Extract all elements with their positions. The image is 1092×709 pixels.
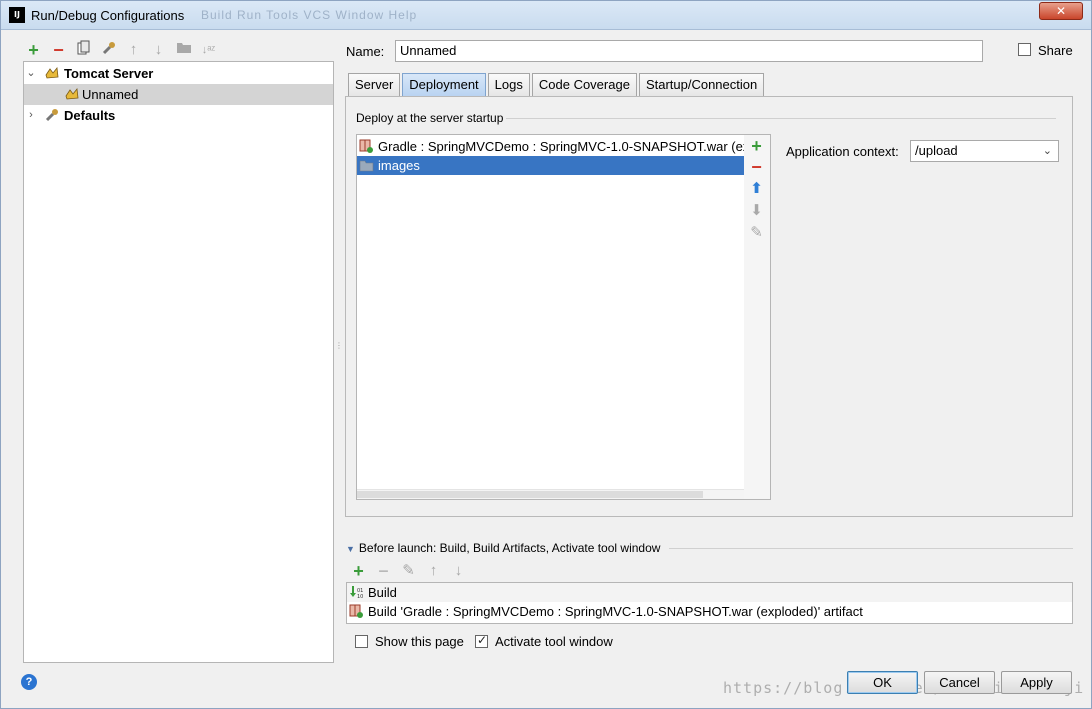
add-icon[interactable]: + <box>23 40 44 60</box>
chevron-down-icon[interactable]: ⌄ <box>25 63 37 84</box>
list-item[interactable]: Build 'Gradle : SpringMVCDemo : SpringMV… <box>347 602 1072 621</box>
name-field[interactable]: Unnamed <box>395 40 983 62</box>
before-launch-toolbar: + − ✎ ↑ ↓ <box>348 561 469 581</box>
move-up-icon[interactable]: ⬆ <box>744 179 769 199</box>
build-icon: 01 10 <box>349 585 364 600</box>
folder-icon[interactable] <box>173 40 194 60</box>
collapse-triangle-icon[interactable]: ▼ <box>346 544 355 554</box>
intellij-app-icon: IJ <box>9 7 25 23</box>
deploy-list: Gradle : SpringMVCDemo : SpringMVC-1.0-S… <box>356 134 745 500</box>
list-item[interactable]: Gradle : SpringMVCDemo : SpringMVC-1.0-S… <box>357 137 744 156</box>
show-page-checkbox[interactable] <box>355 635 368 648</box>
move-down-icon[interactable]: ⬇ <box>744 201 769 221</box>
show-page-label: Show this page <box>375 634 464 649</box>
folder-icon <box>359 158 374 173</box>
activate-tool-window-checkbox[interactable]: ✓ <box>475 633 488 648</box>
app-context-label: Application context: <box>786 144 899 159</box>
list-item[interactable]: 01 10 Build <box>347 583 1072 602</box>
move-down-icon[interactable]: ↓ <box>448 561 469 581</box>
config-toolbar: + − ↑ ↓ ↓ᵃᶻ <box>23 40 219 60</box>
edit-pencil-icon[interactable]: ✎ <box>398 561 419 581</box>
move-up-icon[interactable]: ↑ <box>123 40 144 60</box>
ok-button[interactable]: OK <box>847 671 918 694</box>
group-divider <box>669 548 1073 549</box>
artifact-icon <box>359 139 374 154</box>
remove-icon[interactable]: − <box>373 561 394 581</box>
remove-icon[interactable]: − <box>48 40 69 60</box>
tree-item-tomcat-server[interactable]: ⌄ Tomcat Server <box>24 63 333 84</box>
remove-icon[interactable]: − <box>744 157 769 177</box>
share-checkbox[interactable] <box>1018 43 1031 56</box>
tab-server[interactable]: Server <box>348 73 401 96</box>
activate-tool-window-label: Activate tool window <box>495 634 613 649</box>
deployment-panel: Deploy at the server startup Gradle : Sp… <box>345 96 1073 517</box>
list-item[interactable]: images <box>357 156 744 175</box>
tree-label: Unnamed <box>82 87 139 102</box>
before-launch-title: Before launch: Build, Build Artifacts, A… <box>358 541 661 555</box>
apply-button[interactable]: Apply <box>1001 671 1072 694</box>
tab-startup-connection[interactable]: Startup/Connection <box>638 73 765 96</box>
tree-item-unnamed[interactable]: Unnamed <box>24 84 333 105</box>
tree-label: Tomcat Server <box>64 66 154 81</box>
run-debug-dialog: IJ Run/Debug Configurations Build Run To… <box>0 0 1092 709</box>
svg-text:10: 10 <box>357 594 363 600</box>
tab-code-coverage[interactable]: Code Coverage <box>531 73 637 96</box>
title-bar: IJ Run/Debug Configurations Build Run To… <box>1 1 1091 30</box>
share-label: Share <box>1038 43 1073 58</box>
chevron-right-icon[interactable]: › <box>25 105 37 126</box>
before-launch-list: 01 10 Build Build 'Gradle : SpringMVCDemo… <box>346 582 1073 624</box>
before-launch-item-label: Build 'Gradle : SpringMVCDemo : SpringMV… <box>368 604 863 619</box>
app-context-value: /upload <box>915 143 958 158</box>
edit-pencil-icon[interactable]: ✎ <box>744 223 769 243</box>
move-up-icon[interactable]: ↑ <box>423 561 444 581</box>
move-down-icon[interactable]: ↓ <box>148 40 169 60</box>
tomcat-icon <box>64 86 80 102</box>
deploy-item-label: images <box>378 158 420 173</box>
wrench-icon[interactable] <box>98 40 119 60</box>
group-divider <box>506 118 1056 119</box>
sort-icon[interactable]: ↓ᵃᶻ <box>198 40 219 60</box>
artifact-icon <box>349 604 364 619</box>
tree-item-defaults[interactable]: › Defaults <box>24 105 333 126</box>
copy-icon[interactable] <box>73 40 94 60</box>
app-context-select[interactable]: /upload ⌄ <box>910 140 1059 162</box>
splitter-handle[interactable]: ⋮ <box>335 341 343 355</box>
before-launch-item-label: Build <box>368 585 397 600</box>
tomcat-icon <box>44 65 60 81</box>
wrench-icon <box>44 107 60 123</box>
tab-logs[interactable]: Logs <box>487 73 530 96</box>
horizontal-scrollbar[interactable] <box>357 489 744 499</box>
window-title: Run/Debug Configurations <box>31 8 185 23</box>
tab-deployment[interactable]: Deployment <box>402 73 486 96</box>
add-icon[interactable]: + <box>348 561 369 581</box>
add-icon[interactable]: + <box>744 136 769 156</box>
configuration-tree: ⌄ Tomcat Server Unnamed › Defaults <box>23 61 334 663</box>
scrollbar-thumb[interactable] <box>357 491 703 498</box>
deploy-group-title: Deploy at the server startup <box>356 111 504 125</box>
deploy-item-label: Gradle : SpringMVCDemo : SpringMVC-1.0-S… <box>378 139 744 154</box>
before-launch-header[interactable]: ▼ Before launch: Build, Build Artifacts, … <box>346 541 660 555</box>
help-icon[interactable]: ? <box>21 674 37 690</box>
config-tabs: Server Deployment Logs Code Coverage Sta… <box>348 73 766 96</box>
menu-ghost-text: Build Run Tools VCS Window Help <box>201 8 418 22</box>
tree-label: Defaults <box>64 108 116 123</box>
chevron-down-icon[interactable]: ⌄ <box>1043 141 1052 161</box>
deploy-side-toolbar: + − ⬆ ⬇ ✎ <box>744 134 771 500</box>
name-label: Name: <box>346 44 385 59</box>
close-button[interactable]: ✕ <box>1039 2 1083 20</box>
cancel-button[interactable]: Cancel <box>924 671 995 694</box>
checkmark-icon: ✓ <box>477 633 488 647</box>
